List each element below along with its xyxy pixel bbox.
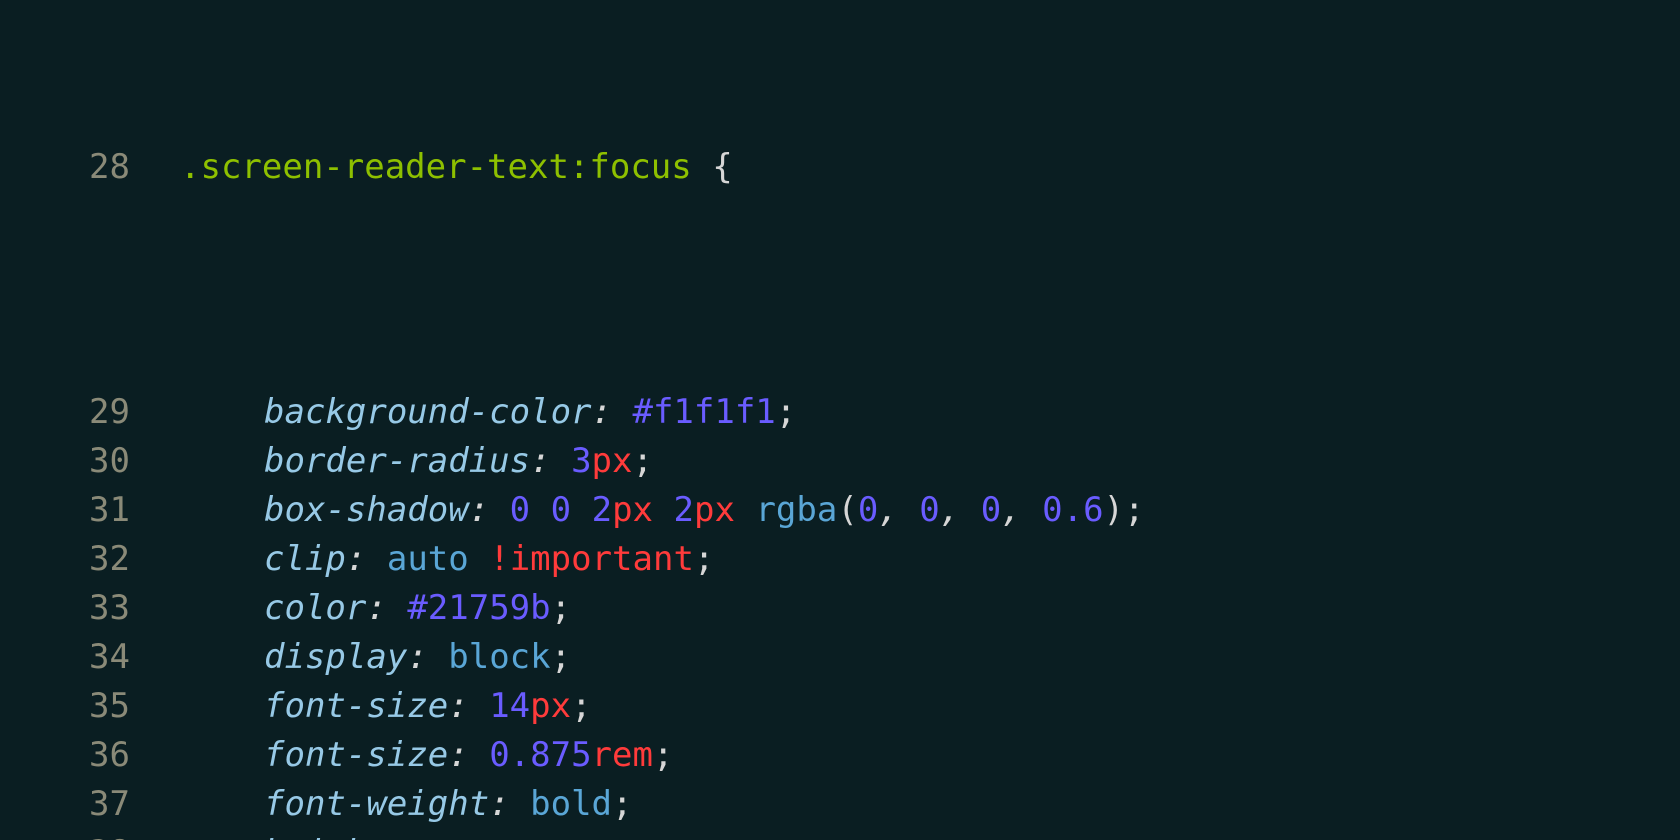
css-num: 0 bbox=[858, 490, 878, 530]
css-unit: px bbox=[694, 490, 735, 530]
css-num: 3 bbox=[571, 441, 591, 481]
code-content: clip: auto !important; bbox=[180, 535, 1680, 584]
css-num: 14 bbox=[489, 686, 530, 726]
code-content: display: block; bbox=[180, 633, 1680, 682]
css-num: 2 bbox=[592, 490, 612, 530]
semicolon: ; bbox=[633, 441, 653, 481]
code-line[interactable]: 33color: #21759b; bbox=[0, 584, 1680, 633]
semicolon: ; bbox=[510, 833, 530, 840]
colon: : bbox=[469, 490, 510, 530]
line-number: 37 bbox=[0, 780, 180, 829]
code-editor[interactable]: 28 .screen-reader-text:focus { 29backgro… bbox=[0, 0, 1680, 840]
semicolon: ; bbox=[571, 686, 591, 726]
css-num: 0 bbox=[510, 490, 530, 530]
semicolon: ; bbox=[551, 637, 571, 677]
css-fn: rgba bbox=[755, 490, 837, 530]
code-content: box-shadow: 0 0 2px 2px rgba(0, 0, 0, 0.… bbox=[180, 486, 1680, 535]
css-property: display bbox=[264, 637, 407, 677]
colon: : bbox=[592, 392, 633, 432]
colon: : bbox=[530, 441, 571, 481]
css-property: font-size bbox=[264, 686, 448, 726]
colon: : bbox=[448, 735, 489, 775]
code-line[interactable]: 32clip: auto !important; bbox=[0, 535, 1680, 584]
css-paren: ( bbox=[837, 490, 857, 530]
semicolon: ; bbox=[551, 588, 571, 628]
css-unit: rem bbox=[592, 735, 653, 775]
semicolon: ; bbox=[1124, 490, 1144, 530]
line-number: 36 bbox=[0, 731, 180, 780]
css-num: 2 bbox=[674, 490, 694, 530]
semicolon: ; bbox=[653, 735, 673, 775]
css-unit: px bbox=[592, 441, 633, 481]
line-number: 34 bbox=[0, 633, 180, 682]
code-line[interactable]: 36font-size: 0.875rem; bbox=[0, 731, 1680, 780]
code-content: color: #21759b; bbox=[180, 584, 1680, 633]
line-number: 29 bbox=[0, 388, 180, 437]
line-number: 32 bbox=[0, 535, 180, 584]
css-colon: , bbox=[878, 490, 919, 530]
css-num: #f1f1f1 bbox=[632, 392, 775, 432]
code-content: .screen-reader-text:focus { bbox=[180, 143, 1680, 192]
css-num: #21759b bbox=[407, 588, 550, 628]
css-unit: px bbox=[612, 490, 653, 530]
css-property: color bbox=[264, 588, 366, 628]
css-property: box-shadow bbox=[264, 490, 469, 530]
css-num: 0 bbox=[919, 490, 939, 530]
colon: : bbox=[407, 637, 448, 677]
colon: : bbox=[366, 588, 407, 628]
css-val: block bbox=[448, 637, 550, 677]
line-number: 28 bbox=[0, 143, 180, 192]
css-property: clip bbox=[264, 539, 346, 579]
semicolon: ; bbox=[694, 539, 714, 579]
code-line[interactable]: 37font-weight: bold; bbox=[0, 780, 1680, 829]
code-line[interactable]: 31box-shadow: 0 0 2px 2px rgba(0, 0, 0, … bbox=[0, 486, 1680, 535]
line-number: 38 bbox=[0, 829, 180, 840]
css-property: border-radius bbox=[264, 441, 530, 481]
css-unit: px bbox=[530, 686, 571, 726]
css-paren: ) bbox=[1104, 490, 1124, 530]
code-line[interactable]: 29background-color: #f1f1f1; bbox=[0, 388, 1680, 437]
css-property: font-weight bbox=[264, 784, 489, 824]
css-property: font-size bbox=[264, 735, 448, 775]
css-val: bold bbox=[530, 784, 612, 824]
code-content: height: auto; bbox=[180, 829, 1680, 840]
semicolon: ; bbox=[776, 392, 796, 432]
code-line[interactable]: 34display: block; bbox=[0, 633, 1680, 682]
line-number: 33 bbox=[0, 584, 180, 633]
code-content: font-weight: bold; bbox=[180, 780, 1680, 829]
colon: : bbox=[387, 833, 428, 840]
code-line[interactable]: 38height: auto; bbox=[0, 829, 1680, 840]
code-content: background-color: #f1f1f1; bbox=[180, 388, 1680, 437]
css-num: 0.875 bbox=[489, 735, 591, 775]
line-number: 35 bbox=[0, 682, 180, 731]
code-line[interactable]: 35font-size: 14px; bbox=[0, 682, 1680, 731]
css-num: 0 bbox=[981, 490, 1001, 530]
css-bang: !important bbox=[489, 539, 694, 579]
semicolon: ; bbox=[612, 784, 632, 824]
code-line[interactable]: 30border-radius: 3px; bbox=[0, 437, 1680, 486]
line-number: 30 bbox=[0, 437, 180, 486]
css-val: auto bbox=[428, 833, 510, 840]
css-colon: , bbox=[1001, 490, 1042, 530]
css-num: 0 bbox=[551, 490, 571, 530]
css-val: auto bbox=[387, 539, 469, 579]
code-content: border-radius: 3px; bbox=[180, 437, 1680, 486]
css-num: 0.6 bbox=[1042, 490, 1103, 530]
css-colon: , bbox=[940, 490, 981, 530]
css-property: height bbox=[264, 833, 387, 840]
colon: : bbox=[448, 686, 489, 726]
colon: : bbox=[346, 539, 387, 579]
code-content: font-size: 14px; bbox=[180, 682, 1680, 731]
line-number: 31 bbox=[0, 486, 180, 535]
colon: : bbox=[489, 784, 530, 824]
code-line[interactable]: 28 .screen-reader-text:focus { bbox=[0, 143, 1680, 192]
code-content: font-size: 0.875rem; bbox=[180, 731, 1680, 780]
css-property: background-color bbox=[264, 392, 592, 432]
